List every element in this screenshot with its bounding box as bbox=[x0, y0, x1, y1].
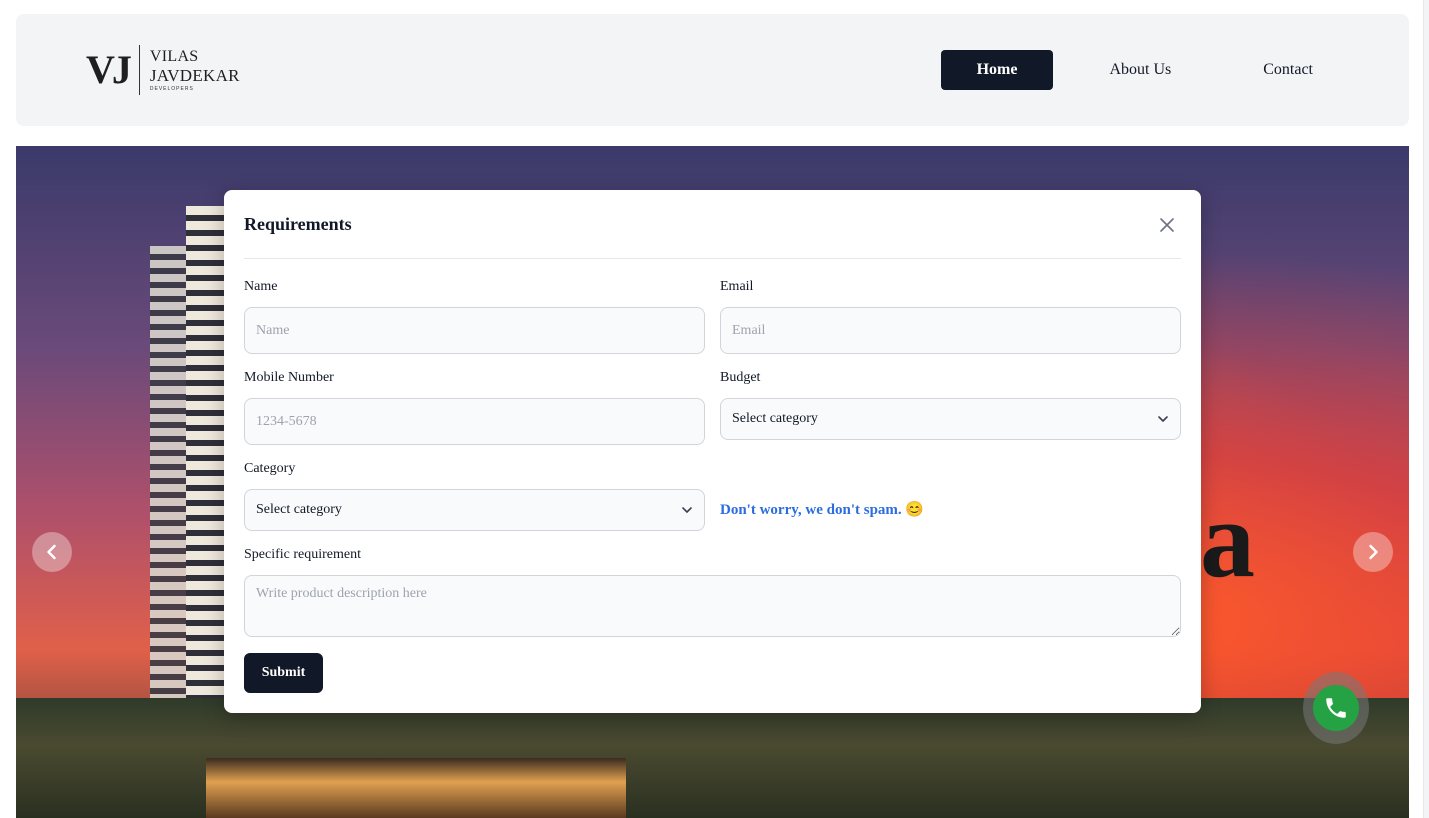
category-select[interactable]: Select category bbox=[244, 489, 705, 531]
category-label: Category bbox=[244, 461, 296, 476]
logo-divider bbox=[138, 45, 140, 95]
logo-line-1: VILAS bbox=[149, 47, 199, 65]
whatsapp-button[interactable] bbox=[1303, 672, 1369, 744]
budget-label: Budget bbox=[720, 370, 761, 385]
name-label: Name bbox=[244, 279, 278, 294]
chevron-right-icon bbox=[1369, 544, 1378, 560]
hero-storefront-image bbox=[206, 758, 626, 818]
requirement-textarea[interactable] bbox=[244, 575, 1181, 637]
nav-home[interactable]: Home bbox=[940, 50, 1054, 90]
logo-mark: VJ bbox=[86, 47, 132, 92]
logo[interactable]: VJ VILAS JAVDEKAR DEVELOPERS bbox=[86, 44, 240, 96]
logo-line-3: DEVELOPERS bbox=[149, 85, 194, 92]
nav-contact[interactable]: Contact bbox=[1227, 50, 1349, 90]
nav-about-us[interactable]: About Us bbox=[1073, 50, 1207, 90]
main-nav: Home About Us Contact bbox=[940, 50, 1349, 90]
modal-title: Requirements bbox=[244, 214, 352, 234]
requirements-modal: Requirements Name Email Mobile Number Bu… bbox=[224, 190, 1201, 713]
requirement-label: Specific requirement bbox=[244, 547, 362, 562]
chevron-left-icon bbox=[47, 544, 56, 560]
name-input[interactable] bbox=[244, 307, 705, 354]
budget-select-value: Select category bbox=[732, 411, 818, 426]
site-header: VJ VILAS JAVDEKAR DEVELOPERS Home About … bbox=[16, 14, 1409, 126]
mobile-label: Mobile Number bbox=[244, 370, 334, 385]
submit-button[interactable]: Submit bbox=[244, 653, 323, 693]
logo-text: VILAS JAVDEKAR DEVELOPERS bbox=[149, 47, 240, 92]
spam-note: Don't worry, we don't spam. 😊 bbox=[720, 502, 925, 518]
mobile-input[interactable] bbox=[244, 398, 705, 445]
email-input[interactable] bbox=[720, 307, 1181, 354]
scrollbar[interactable] bbox=[1423, 0, 1429, 818]
close-icon[interactable] bbox=[1159, 217, 1175, 233]
hero-overlay-text: a bbox=[1200, 478, 1255, 600]
budget-select[interactable]: Select category bbox=[720, 398, 1181, 440]
chevron-down-icon bbox=[1158, 416, 1168, 422]
carousel-next-button[interactable] bbox=[1353, 532, 1393, 572]
carousel-prev-button[interactable] bbox=[32, 532, 72, 572]
chevron-down-icon bbox=[682, 507, 692, 513]
logo-line-2: JAVDEKAR bbox=[149, 65, 240, 85]
whatsapp-icon bbox=[1313, 685, 1359, 731]
category-select-value: Select category bbox=[256, 502, 342, 517]
email-label: Email bbox=[720, 279, 754, 294]
modal-header: Requirements bbox=[244, 190, 1181, 259]
